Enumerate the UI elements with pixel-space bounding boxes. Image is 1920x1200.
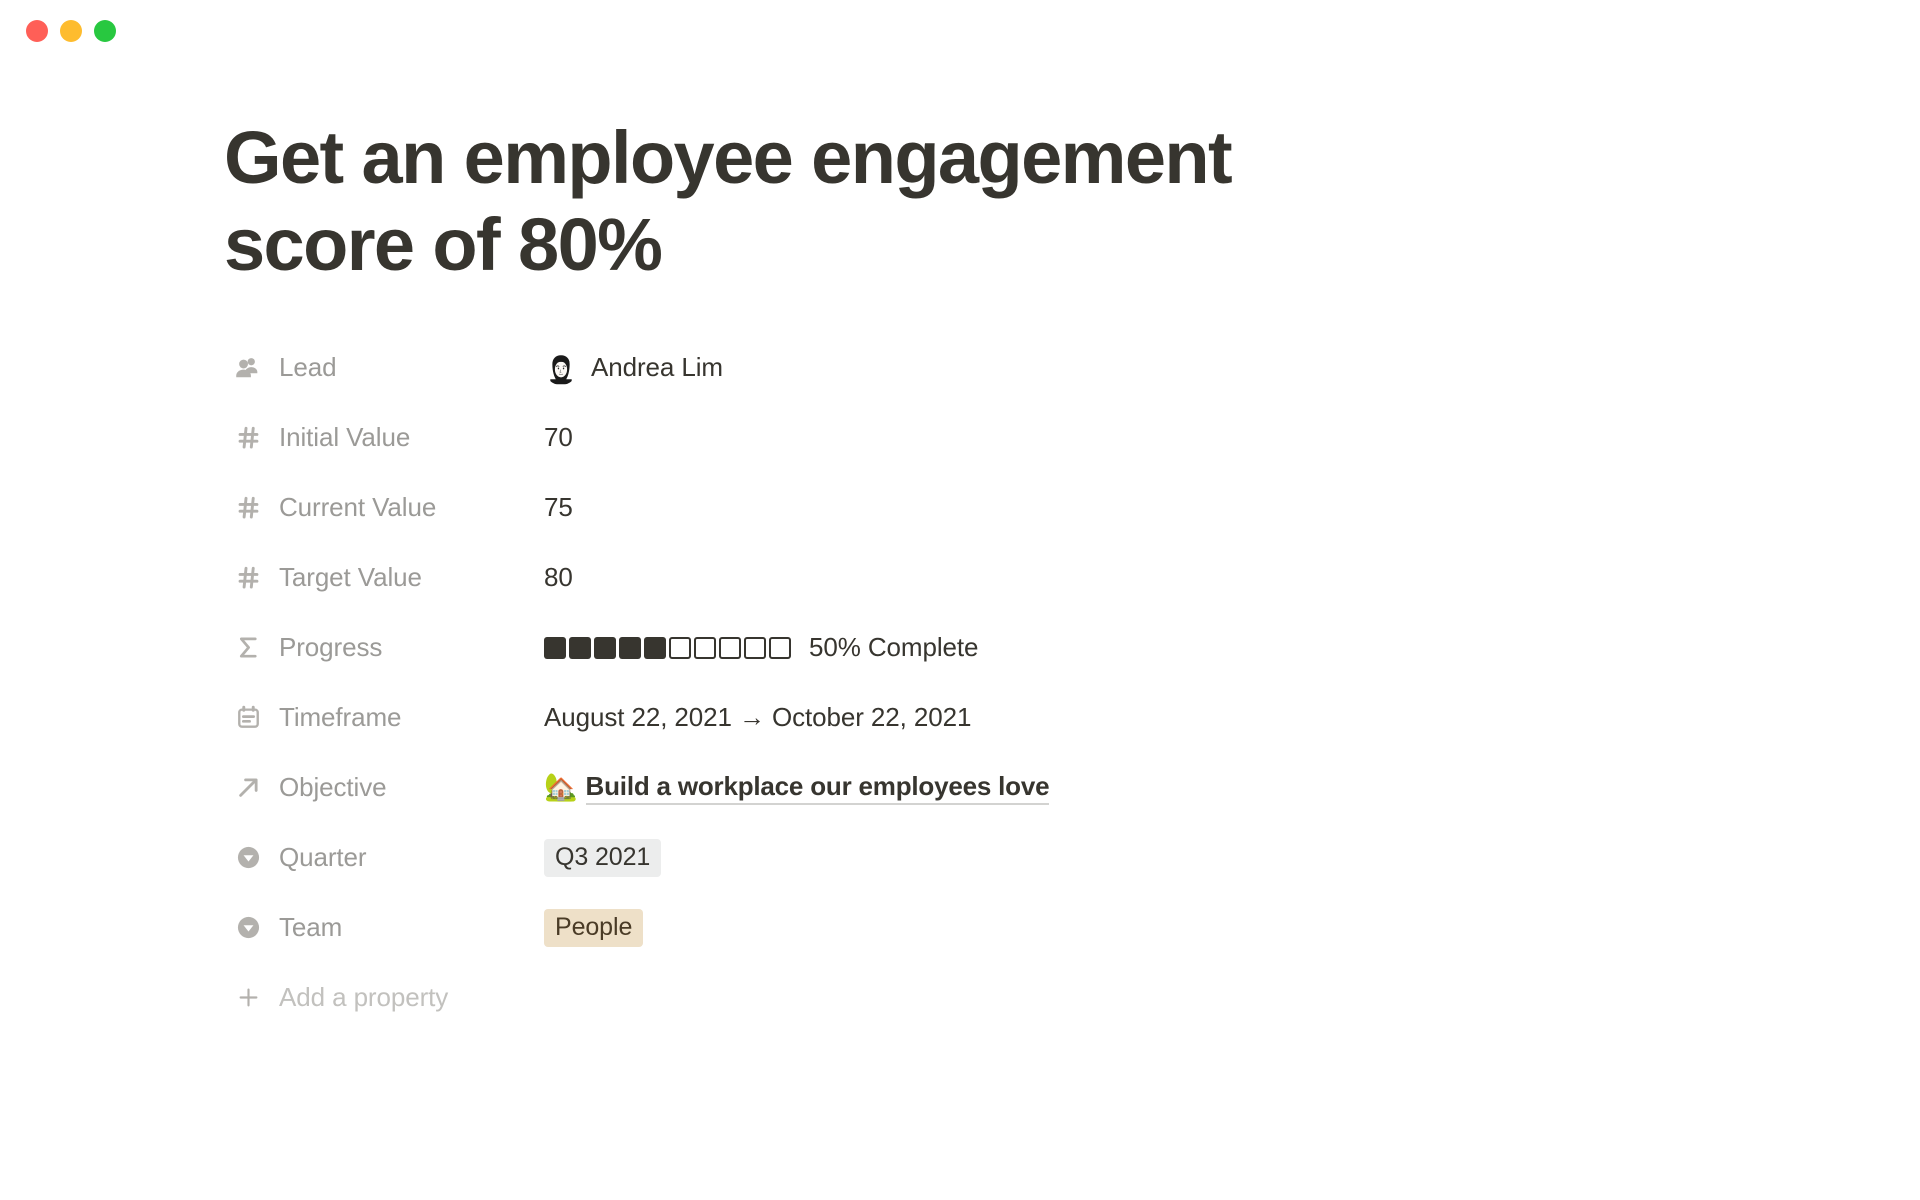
select-icon [233,913,263,943]
property-value-team[interactable]: People [544,906,1524,950]
progress-square-filled [644,636,666,659]
property-label-text: Progress [279,632,383,663]
add-property-label: Add a property [279,982,449,1013]
progress-square-filled [569,636,591,659]
select-icon [233,843,263,873]
property-value-initial-value[interactable]: 70 [544,416,1524,460]
relation-arrow-icon [233,773,263,803]
property-value-progress[interactable]: 50% Complete [544,626,1524,670]
property-row-progress: Progress 50% Complete [224,613,1524,683]
property-row-current-value: Current Value 75 [224,473,1524,543]
progress-square-empty [669,636,691,659]
property-label-text: Initial Value [279,422,411,453]
property-list: Lead Andrea Lim Initial Value 70 Current… [224,333,1524,1033]
page-title[interactable]: Get an employee engagement score of 80% [224,114,1254,289]
property-label-text: Timeframe [279,702,402,733]
property-value-current-value[interactable]: 75 [544,486,1524,530]
progress-square-filled [619,636,641,659]
progress-text: 50% Complete [809,632,979,663]
property-value-target-value[interactable]: 80 [544,556,1524,600]
property-value-timeframe[interactable]: August 22, 2021 → October 22, 2021 [544,696,1524,740]
page-body: Get an employee engagement score of 80% … [0,62,1920,1200]
property-row-objective: Objective 🏡 Build a workplace our employ… [224,753,1524,823]
person-icon [233,353,263,383]
property-row-lead: Lead Andrea Lim [224,333,1524,403]
window-maximize-button[interactable] [94,20,116,42]
page-content: Get an employee engagement score of 80% … [224,114,1524,1033]
progress-square-empty [744,636,766,659]
sigma-formula-icon [233,633,263,663]
property-label-text: Lead [279,352,337,383]
window-close-button[interactable] [26,20,48,42]
property-label-text: Team [279,912,343,943]
objective-link-text: Build a workplace our employees love [585,771,1050,805]
number-hash-icon [233,563,263,593]
window-minimize-button[interactable] [60,20,82,42]
progress-square-filled [544,636,566,659]
property-value-objective[interactable]: 🏡 Build a workplace our employees love [544,766,1524,810]
plus-icon [233,983,263,1013]
add-property-button[interactable]: Add a property [224,963,1524,1033]
property-label-quarter[interactable]: Quarter [224,842,544,873]
person-chip[interactable]: Andrea Lim [544,350,723,385]
property-row-quarter: Quarter Q3 2021 [224,823,1524,893]
number-hash-icon [233,423,263,453]
property-value-lead[interactable]: Andrea Lim [544,346,1524,390]
property-row-initial-value: Initial Value 70 [224,403,1524,473]
progress-square-filled [594,636,616,659]
property-label-objective[interactable]: Objective [224,772,544,803]
status-badge-team[interactable]: People [544,908,644,947]
house-with-garden-icon: 🏡 [544,772,578,803]
property-label-text: Target Value [279,562,422,593]
property-label-text: Objective [279,772,387,803]
window-titlebar [0,0,1920,62]
property-row-target-value: Target Value 80 [224,543,1524,613]
progress-square-empty [694,636,716,659]
avatar [544,350,578,385]
progress-squares [544,636,791,659]
person-name: Andrea Lim [591,352,723,383]
calendar-icon [233,703,263,733]
progress-square-empty [719,636,741,659]
property-label-initial-value[interactable]: Initial Value [224,422,544,453]
property-label-text: Current Value [279,492,437,523]
property-label-team[interactable]: Team [224,912,544,943]
property-label-current-value[interactable]: Current Value [224,492,544,523]
property-label-target-value[interactable]: Target Value [224,562,544,593]
number-hash-icon [233,493,263,523]
property-row-timeframe: Timeframe August 22, 2021 → October 22, … [224,683,1524,753]
property-row-team: Team People [224,893,1524,963]
property-label-text: Quarter [279,842,367,873]
property-label-lead[interactable]: Lead [224,352,544,383]
property-label-timeframe[interactable]: Timeframe [224,702,544,733]
status-badge-quarter[interactable]: Q3 2021 [544,838,662,877]
progress-square-empty [769,636,791,659]
progress-bar: 50% Complete [544,632,978,663]
property-label-progress[interactable]: Progress [224,632,544,663]
objective-link[interactable]: 🏡 Build a workplace our employees love [544,771,1050,805]
property-value-quarter[interactable]: Q3 2021 [544,836,1524,880]
